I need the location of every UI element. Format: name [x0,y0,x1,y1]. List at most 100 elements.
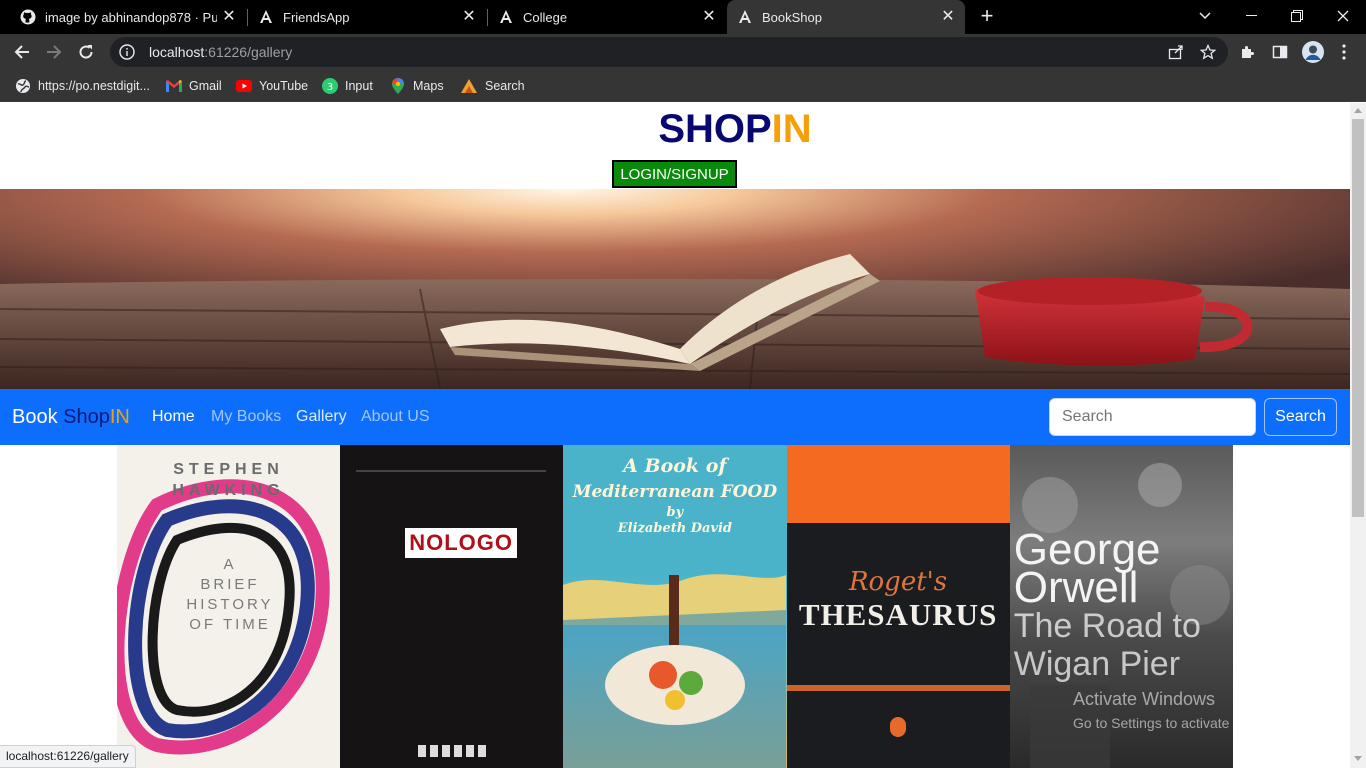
cover-text: BRIEF [200,576,260,593]
profile-avatar[interactable] [1301,40,1325,64]
cover-text: STEPHEN [173,461,284,478]
minimize-button[interactable] [1228,0,1274,32]
bookmark-label: Search [485,79,525,93]
youtube-icon [236,78,252,94]
maps-icon [390,78,406,94]
search-button[interactable]: Search [1264,398,1337,436]
search-logo-icon [460,78,478,94]
site-info-icon[interactable] [119,44,135,60]
bookmark-gmail[interactable]: Gmail [166,76,222,96]
main-navbar: Book ShopIN Home My Books Gallery About … [0,389,1350,445]
back-button[interactable] [9,39,35,65]
link-status-bubble: localhost:61226/gallery [0,745,136,768]
login-signup-button[interactable]: LOGIN/SIGNUP [612,160,737,188]
book-cover-mediterranean-food[interactable]: A Book of Mediterranean FOOD by Elizabet… [563,445,787,768]
browser-tab-college[interactable]: College ✕ [488,0,726,34]
nav-link-gallery[interactable]: Gallery [296,408,347,426]
bookmark-youtube[interactable]: YouTube [236,76,308,96]
nav-link-my-books[interactable]: My Books [211,408,281,426]
cover-text: A [223,556,237,573]
tab-title: FriendsApp [283,9,350,25]
scroll-up-icon[interactable] [1354,108,1362,113]
scroll-down-icon[interactable] [1354,756,1362,761]
url-path: :61226/gallery [204,44,293,60]
browser-tab-friendsapp[interactable]: FriendsApp ✕ [248,0,486,34]
cover-text: Orwell [1013,563,1139,612]
cover-orange-band [786,445,1010,523]
cover-title: George Orwell The Road to Wigan Pier [1013,528,1233,684]
bookmark-label: Gmail [189,79,222,93]
angular-icon [258,9,274,25]
cover-text: Wigan Pier [1013,645,1181,683]
bookmark-label: YouTube [259,79,309,93]
tab-title: College [523,9,568,25]
windows-activation-title: Activate Windows [1073,689,1216,709]
forward-button[interactable] [41,39,67,65]
tab-title: BookShop [762,9,822,25]
cover-author: STEPHEN HAWKING [117,459,340,501]
bookmarks-bar: https://po.nestdigit... Gmail YouTube 3 … [0,70,1366,102]
tab-title: image by abhinandop878 · Pull R [45,9,217,25]
close-window-button[interactable] [1320,0,1366,32]
book-cover-no-logo[interactable]: NOLOGO [340,445,564,768]
close-icon[interactable]: ✕ [939,8,957,26]
bookmark-star-icon[interactable] [1198,42,1218,62]
book-gallery: STEPHEN HAWKING A BRIEF HISTORY OF TIME … [117,445,1233,768]
bookmark-input[interactable]: 3 Input [322,76,373,96]
extensions-icon[interactable] [1238,42,1258,62]
bookmark-nestdigital[interactable]: https://po.nestdigit... [15,76,150,96]
cover-rule [356,470,547,472]
cover-rule [786,685,1010,691]
cover-text: HISTORY [186,596,274,613]
page-scrollbar[interactable] [1350,103,1366,768]
close-icon[interactable]: ✕ [460,8,478,26]
address-bar[interactable]: localhost:61226/gallery [110,37,1228,67]
globe-icon [15,78,31,94]
menu-kebab-icon[interactable] [1334,42,1354,62]
new-tab-button[interactable]: + [964,0,1010,32]
cover-text: Elizabeth David [617,521,732,536]
penguin-logo-icon [889,717,906,737]
bookmark-maps[interactable]: Maps [390,76,444,96]
angular-icon [737,9,753,25]
book-cover-rogets-thesaurus[interactable]: Roget's THESAURUS [786,445,1010,768]
tab-search-chevron-icon[interactable] [1182,0,1228,32]
bookmark-label: Maps [413,79,444,93]
close-icon[interactable]: ✕ [700,8,718,26]
side-panel-icon[interactable] [1270,42,1290,62]
cover-title: NOLOGO [405,528,517,558]
logo-part-shop: SHOP [658,107,772,151]
page-viewport: SHOPIN LOGIN/SIGNUP Book ShopIN Home My … [0,103,1350,768]
cover-text: OF TIME [189,616,271,633]
search-input[interactable] [1049,398,1256,436]
hero-banner-image [0,189,1350,389]
nav-link-about-us[interactable]: About US [361,408,429,426]
scroll-thumb[interactable] [1352,119,1364,517]
restore-button[interactable] [1274,0,1320,32]
logo-part-in: IN [771,107,812,151]
angular-icon [498,9,514,25]
url-host: localhost [149,44,205,60]
reload-button[interactable] [73,39,99,65]
cover-text: The Road to [1013,607,1201,645]
cover-text: by [666,505,684,520]
browser-toolbar: localhost:61226/gallery [0,34,1366,70]
cover-title: Roget's THESAURUS [787,567,1010,633]
cover-barcode [418,745,489,757]
navbar-brand[interactable]: Book ShopIN [12,406,130,429]
brand-shop: Shop [63,406,110,428]
bookmark-search[interactable]: Search [460,76,525,96]
cover-text: THESAURUS [798,597,998,632]
nav-link-home[interactable]: Home [152,408,195,426]
brand-book: Book [12,406,64,428]
book-cover-brief-history-of-time[interactable]: STEPHEN HAWKING A BRIEF HISTORY OF TIME [117,445,341,768]
close-icon[interactable]: ✕ [220,8,238,26]
windows-activation-subtitle: Go to Settings to activate Windows. [1073,715,1294,731]
browser-tab-github[interactable]: image by abhinandop878 · Pull R ✕ [10,0,246,34]
bookmark-label: Input [345,79,373,93]
site-logo-heading: SHOPIN [0,107,1350,152]
browser-tab-bookshop[interactable]: BookShop ✕ [727,0,965,34]
cover-title: A Book of Mediterranean FOOD by Elizabet… [563,453,786,537]
github-icon [20,9,36,25]
share-icon[interactable] [1166,42,1186,62]
